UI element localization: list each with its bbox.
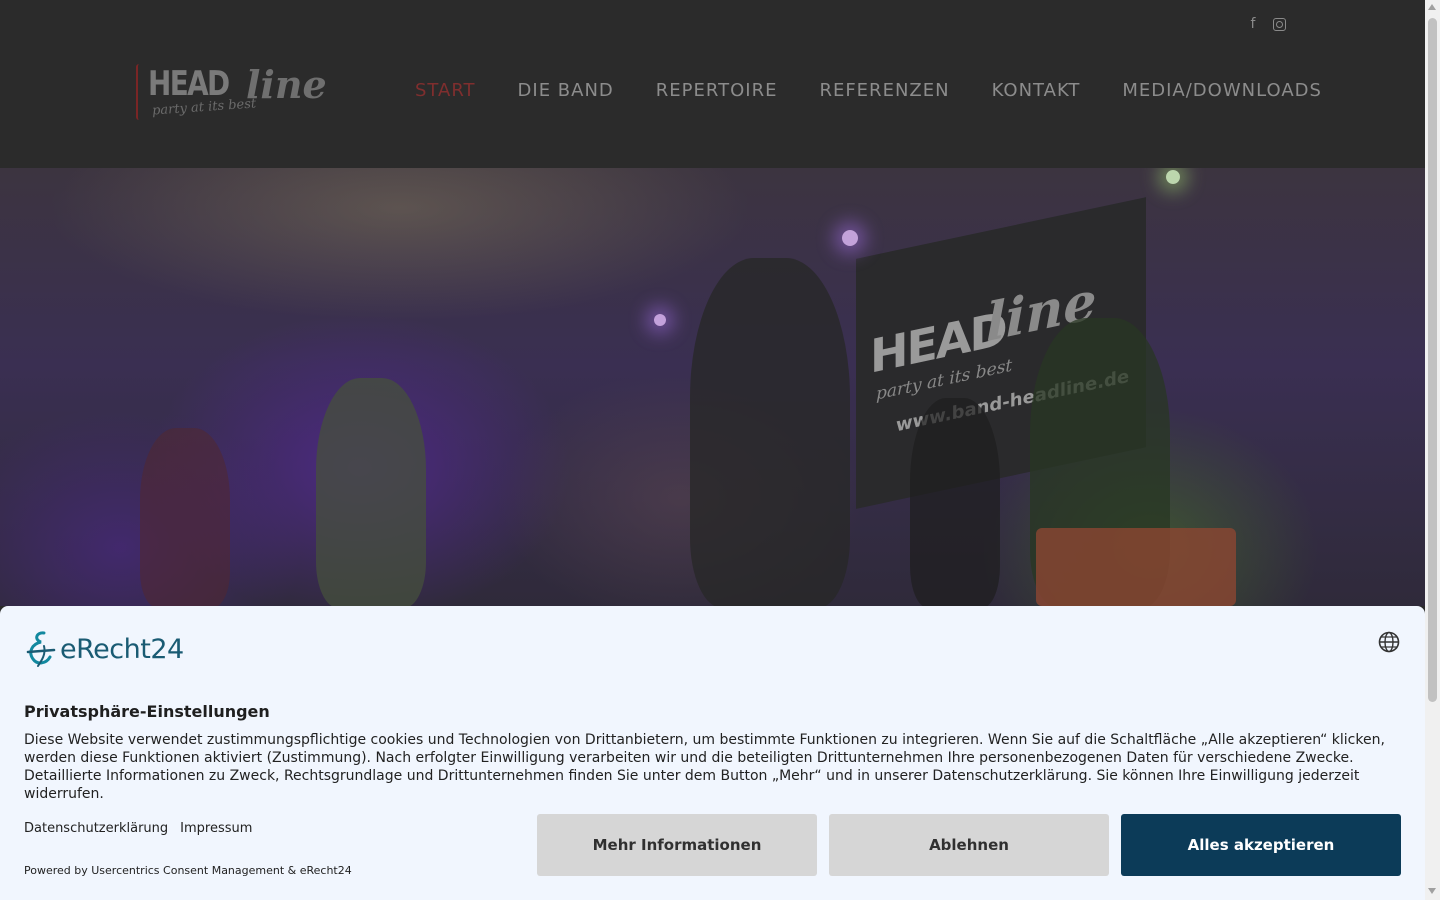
main-nav: START DIE BAND REPERTOIRE REFERENZEN KON… (415, 80, 1322, 101)
language-globe-icon[interactable] (1378, 631, 1400, 653)
stage-light (842, 230, 858, 246)
more-info-button[interactable]: Mehr Informationen (537, 814, 817, 876)
consent-brand: eRecht24 (24, 630, 184, 668)
facebook-icon[interactable]: f (1246, 16, 1260, 32)
privacy-policy-link[interactable]: Datenschutzerklärung (24, 821, 168, 836)
hero-image: HEAD line party at its best www.band-hea… (0, 168, 1425, 606)
site-logo[interactable]: HEAD line party at its best (134, 60, 327, 124)
musician-figure (140, 428, 230, 606)
instagram-icon[interactable] (1272, 16, 1286, 32)
imprint-link[interactable]: Impressum (180, 821, 252, 836)
consent-title: Privatsphäre-Einstellungen (24, 702, 270, 721)
social-links: f (1246, 16, 1286, 32)
logo-accent-bar (136, 64, 142, 120)
nav-item-die-band[interactable]: DIE BAND (518, 80, 614, 101)
guitarist-figure (690, 258, 850, 606)
erecht24-logo-icon (24, 630, 58, 668)
logo-word: HEAD (148, 64, 230, 104)
stage-light (654, 314, 666, 326)
consent-brand-name: eRecht24 (60, 633, 184, 665)
drummer-figure (910, 398, 1000, 606)
stage-light (1166, 170, 1180, 184)
consent-powered-by: Powered by Usercentrics Consent Manageme… (24, 864, 352, 877)
page-scrollbar[interactable] (1425, 0, 1440, 900)
cookie-consent-banner: eRecht24 Privatsphäre-Einstellungen Dies… (0, 606, 1425, 900)
nav-item-referenzen[interactable]: REFERENZEN (819, 80, 949, 101)
logo-script: line (246, 62, 327, 107)
nav-item-repertoire[interactable]: REPERTOIRE (656, 80, 778, 101)
nav-item-start[interactable]: START (415, 80, 476, 101)
scroll-up-icon[interactable] (1428, 4, 1436, 10)
amplifier (1036, 528, 1236, 606)
deny-button[interactable]: Ablehnen (829, 814, 1109, 876)
consent-description: Diese Website verwendet zustimmungspflic… (24, 732, 1385, 802)
nav-item-kontakt[interactable]: KONTAKT (992, 80, 1081, 101)
singer-figure (316, 378, 426, 606)
accept-all-button[interactable]: Alles akzeptieren (1121, 814, 1401, 876)
nav-item-media-downloads[interactable]: MEDIA/DOWNLOADS (1122, 80, 1322, 101)
scrollbar-thumb[interactable] (1428, 18, 1437, 702)
scroll-down-icon[interactable] (1428, 888, 1436, 894)
site-header: f HEAD line party at its best START DIE … (0, 0, 1425, 168)
consent-links: Datenschutzerklärung Impressum (24, 821, 252, 836)
